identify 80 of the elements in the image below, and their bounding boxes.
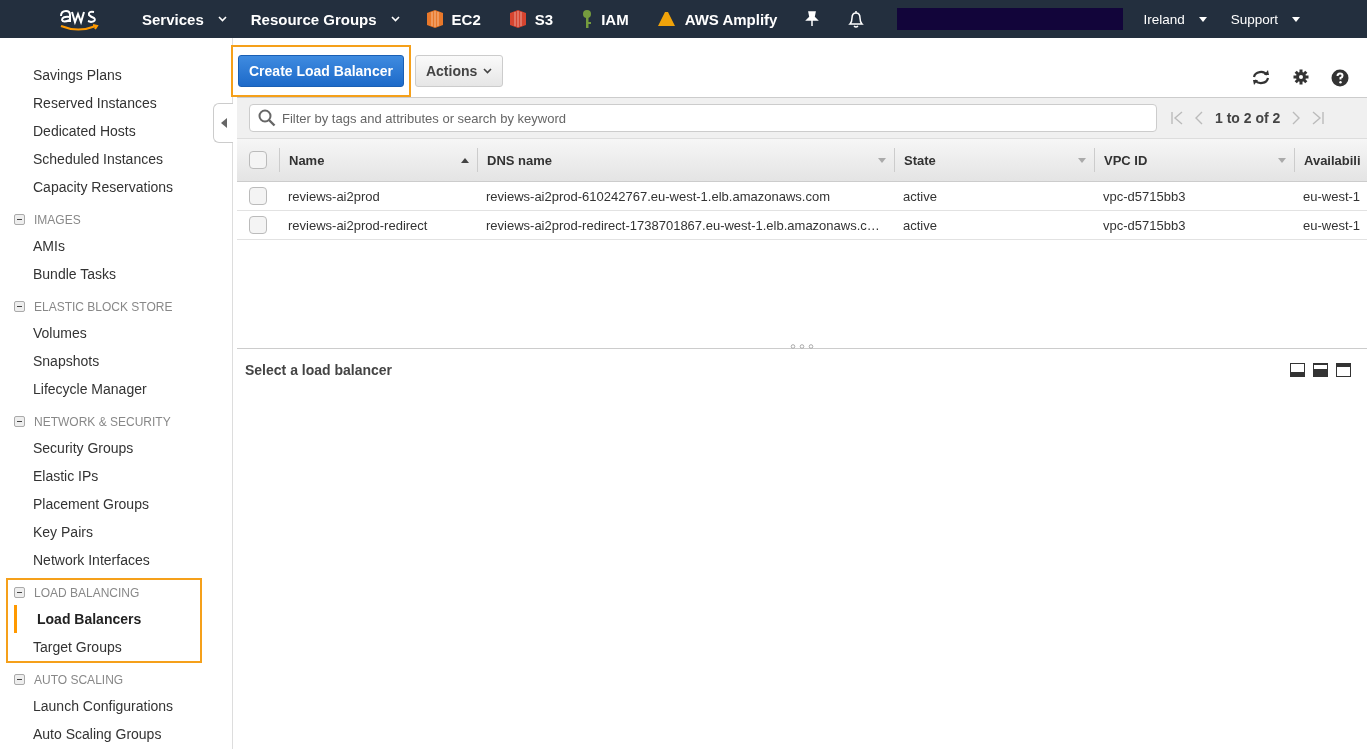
sidebar-item[interactable]: Security Groups (8, 434, 200, 462)
table-cell-text: reviews-ai2prod-610242767.eu-west-1.elb.amazonaws.com (485, 188, 831, 204)
service-shortcut[interactable]: IAM (567, 0, 643, 38)
sidebar-item[interactable]: AMIs (8, 232, 200, 260)
table-cell-text: active (902, 217, 938, 233)
sidebar-item[interactable]: Scheduled Instances (8, 145, 200, 173)
drag-handle-icon[interactable] (790, 344, 814, 349)
column-header[interactable]: VPC ID (1094, 148, 1294, 172)
table-cell-text: vpc-d5715bb3 (1102, 217, 1187, 233)
column-header[interactable]: State (894, 148, 1094, 172)
settings-icon[interactable] (1293, 69, 1309, 85)
collapse-icon[interactable] (14, 674, 25, 685)
sidebar-item[interactable]: Dedicated Hosts (8, 117, 200, 145)
column-header[interactable]: Name (279, 148, 477, 172)
layout-top-icon[interactable] (1336, 363, 1351, 377)
table-cell-text: vpc-d5715bb3 (1102, 188, 1187, 204)
table-cell-text: reviews-ai2prod (287, 188, 381, 204)
nav-menu[interactable]: Resource Groups (238, 0, 412, 38)
sidebar-item[interactable]: Bundle Tasks (8, 260, 200, 288)
section-heading: LOAD BALANCING (34, 585, 140, 600)
row-checkbox[interactable] (249, 187, 267, 205)
column-header[interactable]: DNS name (477, 148, 894, 172)
actions-button[interactable]: Actions (414, 55, 504, 87)
details-title: Select a load balancer (245, 362, 393, 378)
sidebar-item[interactable]: Load Balancers (14, 605, 200, 633)
bucket-icon (508, 9, 527, 29)
section-heading: ELASTIC BLOCK STORE (34, 299, 173, 314)
sidebar-item[interactable]: Target Groups (8, 633, 200, 661)
sidebar-item[interactable]: Reserved Instances (8, 89, 200, 117)
row-checkbox[interactable] (249, 216, 267, 234)
collapse-icon[interactable] (14, 214, 25, 225)
help-icon[interactable] (1331, 69, 1349, 87)
server-icon (425, 9, 444, 29)
section-heading: AUTO SCALING (34, 672, 124, 687)
layout-bottom-icon[interactable] (1290, 363, 1305, 377)
create-load-balancer-button[interactable]: Create Load Balancer (238, 55, 404, 87)
column-header[interactable]: Availabili (1294, 148, 1367, 172)
bell-icon[interactable] (847, 9, 866, 29)
section-heading: NETWORK & SECURITY (34, 414, 171, 429)
sort-ascending-icon[interactable] (461, 157, 469, 163)
nav-menu[interactable]: Services (130, 0, 239, 38)
sidebar-item[interactable]: Auto Scaling Groups (8, 720, 200, 748)
pin-icon[interactable] (805, 11, 820, 27)
sidebar-item[interactable]: Elastic IPs (8, 462, 200, 490)
service-shortcut[interactable]: S3 (494, 0, 568, 38)
sidebar-item[interactable]: Capacity Reservations (8, 173, 200, 201)
search-field[interactable]: Filter by tags and attributes or search by keyword (249, 104, 1157, 132)
key-icon (581, 9, 594, 29)
collapse-icon[interactable] (14, 416, 25, 427)
sidebar-item[interactable]: Snapshots (8, 347, 200, 375)
table-cell-text: reviews-ai2prod-redirect (287, 217, 429, 233)
select-all-checkbox[interactable] (249, 151, 267, 169)
collapse-icon[interactable] (14, 301, 25, 312)
nav-menu[interactable]: Ireland (1131, 0, 1219, 38)
sidebar-item[interactable]: Placement Groups (8, 490, 200, 518)
table-cell-text: active (902, 188, 938, 204)
collapse-icon[interactable] (14, 587, 25, 598)
caret-icon (1198, 16, 1207, 22)
nav-menu[interactable]: Support (1218, 0, 1313, 38)
service-shortcut[interactable]: EC2 (411, 0, 495, 38)
table-cell-text: eu-west-1 (1302, 217, 1362, 233)
caret-icon (220, 118, 227, 128)
table-cell-text: eu-west-1 (1302, 188, 1362, 204)
table-cell-text: reviews-ai2prod-redirect-1738701867.eu-west-1.elb.amazonaws.c… (485, 217, 881, 233)
sidebar-item[interactable]: Savings Plans (8, 61, 200, 89)
sidebar-item[interactable]: Volumes (8, 319, 200, 347)
sidebar-item[interactable]: Launch Configurations (8, 692, 200, 720)
refresh-icon[interactable] (1251, 69, 1271, 86)
sidebar-item[interactable]: Network Interfaces (8, 546, 200, 574)
triangle-icon (656, 11, 677, 27)
search-icon (258, 109, 276, 127)
section-heading: IMAGES (34, 212, 81, 227)
sidebar-item[interactable]: Lifecycle Manager (8, 375, 200, 403)
service-shortcut[interactable]: AWS Amplify (642, 0, 792, 38)
caret-icon (483, 68, 493, 74)
layout-split-icon[interactable] (1313, 363, 1328, 377)
collapse-sidebar-button[interactable] (213, 103, 233, 143)
pagination-label: 1 to 2 of 2 (1215, 110, 1281, 126)
caret-icon (1292, 16, 1301, 22)
sidebar-item[interactable]: Key Pairs (8, 518, 200, 546)
